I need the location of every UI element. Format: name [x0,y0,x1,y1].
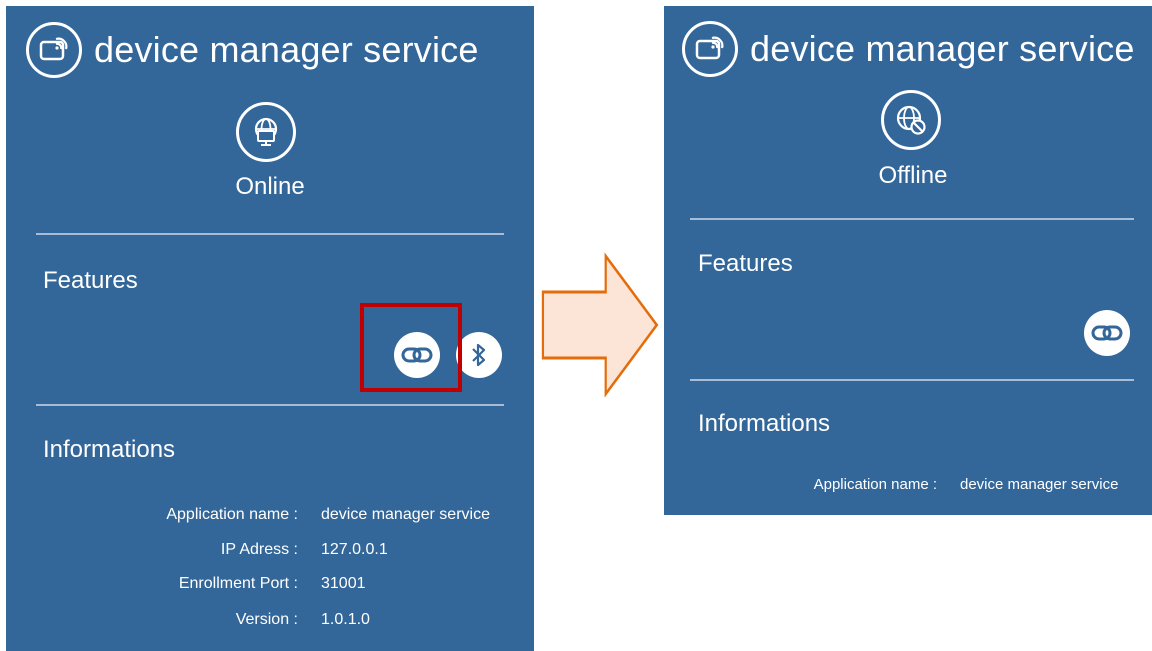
device-manager-panel-offline: device manager service Offline Features … [664,6,1152,515]
info-value: 31001 [321,575,366,592]
device-cast-icon [26,22,82,78]
globe-monitor-icon [236,102,296,162]
device-manager-panel-online: device manager service Online Features I… [6,6,534,651]
device-cast-icon [682,21,738,77]
highlight-box [360,303,462,392]
status-text: Online [235,173,305,200]
link-icon [1091,325,1123,341]
info-row: IP Adress : 127.0.0.1 [6,541,388,559]
panel-header: device manager service [26,22,479,78]
info-label: Version : [235,611,298,628]
info-value: 1.0.1.0 [321,611,370,628]
info-value: device manager service [960,476,1119,493]
features-heading: Features [698,250,793,277]
link-feature-button[interactable] [1084,310,1130,356]
informations-heading: Informations [698,410,831,437]
bluetooth-icon [472,343,486,367]
info-row: Application name : device manager servic… [664,476,1119,493]
divider [690,379,1134,381]
status-text: Offline [878,162,948,189]
info-label: Application name : [166,506,298,523]
bluetooth-feature-button[interactable] [456,332,502,378]
info-value: 127.0.0.1 [321,541,388,558]
features-heading: Features [43,267,138,294]
informations-heading: Informations [43,436,176,463]
info-row: Enrollment Port : 31001 [6,575,366,593]
right-arrow-icon [541,252,659,398]
info-row: Version : 1.0.1.0 [6,611,370,629]
info-label: IP Adress : [220,541,298,558]
divider [36,404,504,406]
info-label: Application name : [813,476,937,493]
info-row: Application name : device manager servic… [6,506,490,524]
globe-blocked-icon [881,90,941,150]
app-title: device manager service [750,28,1135,69]
panel-header: device manager service [682,21,1135,77]
info-value: device manager service [321,506,490,523]
app-title: device manager service [94,29,479,70]
divider [36,233,504,235]
divider [690,218,1134,220]
info-label: Enrollment Port : [178,575,298,592]
